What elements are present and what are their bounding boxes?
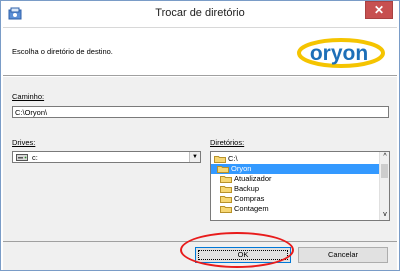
- directory-list[interactable]: C:\ Oryon Atualizador Backup Compras Con…: [210, 151, 390, 221]
- chevron-up-icon[interactable]: ^: [380, 152, 389, 162]
- folder-icon: [220, 186, 232, 193]
- directory-item-selected[interactable]: Oryon: [211, 164, 380, 174]
- drive-value: c:: [32, 153, 38, 162]
- cancel-button[interactable]: Cancelar: [298, 247, 388, 263]
- scrollbar-thumb[interactable]: [381, 164, 388, 178]
- directory-item-label: Compras: [234, 194, 265, 203]
- change-directory-dialog: Trocar de diretório ✕ Escolha o diretóri…: [0, 0, 400, 271]
- directory-item[interactable]: Compras: [211, 194, 380, 204]
- title-bar: Trocar de diretório ✕: [1, 1, 399, 27]
- ok-button-label: OK: [198, 250, 288, 260]
- close-icon: ✕: [373, 3, 385, 17]
- path-input[interactable]: [12, 106, 389, 118]
- dialog-body: Caminho: Drives: c: ▼ Diretórios: C:\ Or…: [3, 77, 397, 241]
- directory-item[interactable]: C:\: [211, 154, 380, 164]
- directory-item-label: Oryon: [231, 164, 252, 173]
- instruction-text: Escolha o diretório de destino.: [12, 47, 113, 56]
- folder-icon: [220, 206, 232, 213]
- path-label: Caminho:: [12, 92, 44, 101]
- directory-item[interactable]: Backup: [211, 184, 380, 194]
- folder-icon: [220, 196, 232, 203]
- directory-item-label: C:\: [228, 154, 238, 163]
- folder-icon: [220, 176, 232, 183]
- chevron-down-icon[interactable]: ▼: [189, 152, 200, 162]
- oryon-logo: oryon: [297, 38, 385, 68]
- dialog-footer: OK Cancelar: [3, 241, 397, 270]
- dialog-header: Escolha o diretório de destino. oryon: [3, 27, 397, 76]
- directory-item[interactable]: Contagem: [211, 204, 380, 214]
- logo-text: oryon: [310, 42, 368, 65]
- drive-select[interactable]: c: ▼: [12, 151, 201, 163]
- directory-item-label: Backup: [234, 184, 260, 193]
- directory-item-label: Atualizador: [234, 174, 272, 183]
- open-folder-icon: [217, 166, 229, 173]
- drives-label: Drives:: [12, 138, 35, 147]
- directory-item-label: Contagem: [234, 204, 269, 213]
- vertical-scrollbar[interactable]: ^ v: [379, 152, 389, 220]
- hard-drive-icon: [16, 154, 28, 161]
- directory-item[interactable]: Atualizador: [211, 174, 380, 184]
- path-label-text: Caminho:: [12, 92, 45, 101]
- close-button[interactable]: ✕: [365, 1, 393, 19]
- drives-label-text: Drives:: [12, 138, 36, 147]
- directories-label-text: Diretórios:: [210, 138, 245, 147]
- directories-label: Diretórios:: [210, 138, 244, 147]
- window-title: Trocar de diretório: [155, 7, 245, 19]
- open-folder-icon: [214, 156, 226, 163]
- chevron-down-icon[interactable]: v: [380, 210, 389, 220]
- ok-button[interactable]: OK: [195, 247, 291, 263]
